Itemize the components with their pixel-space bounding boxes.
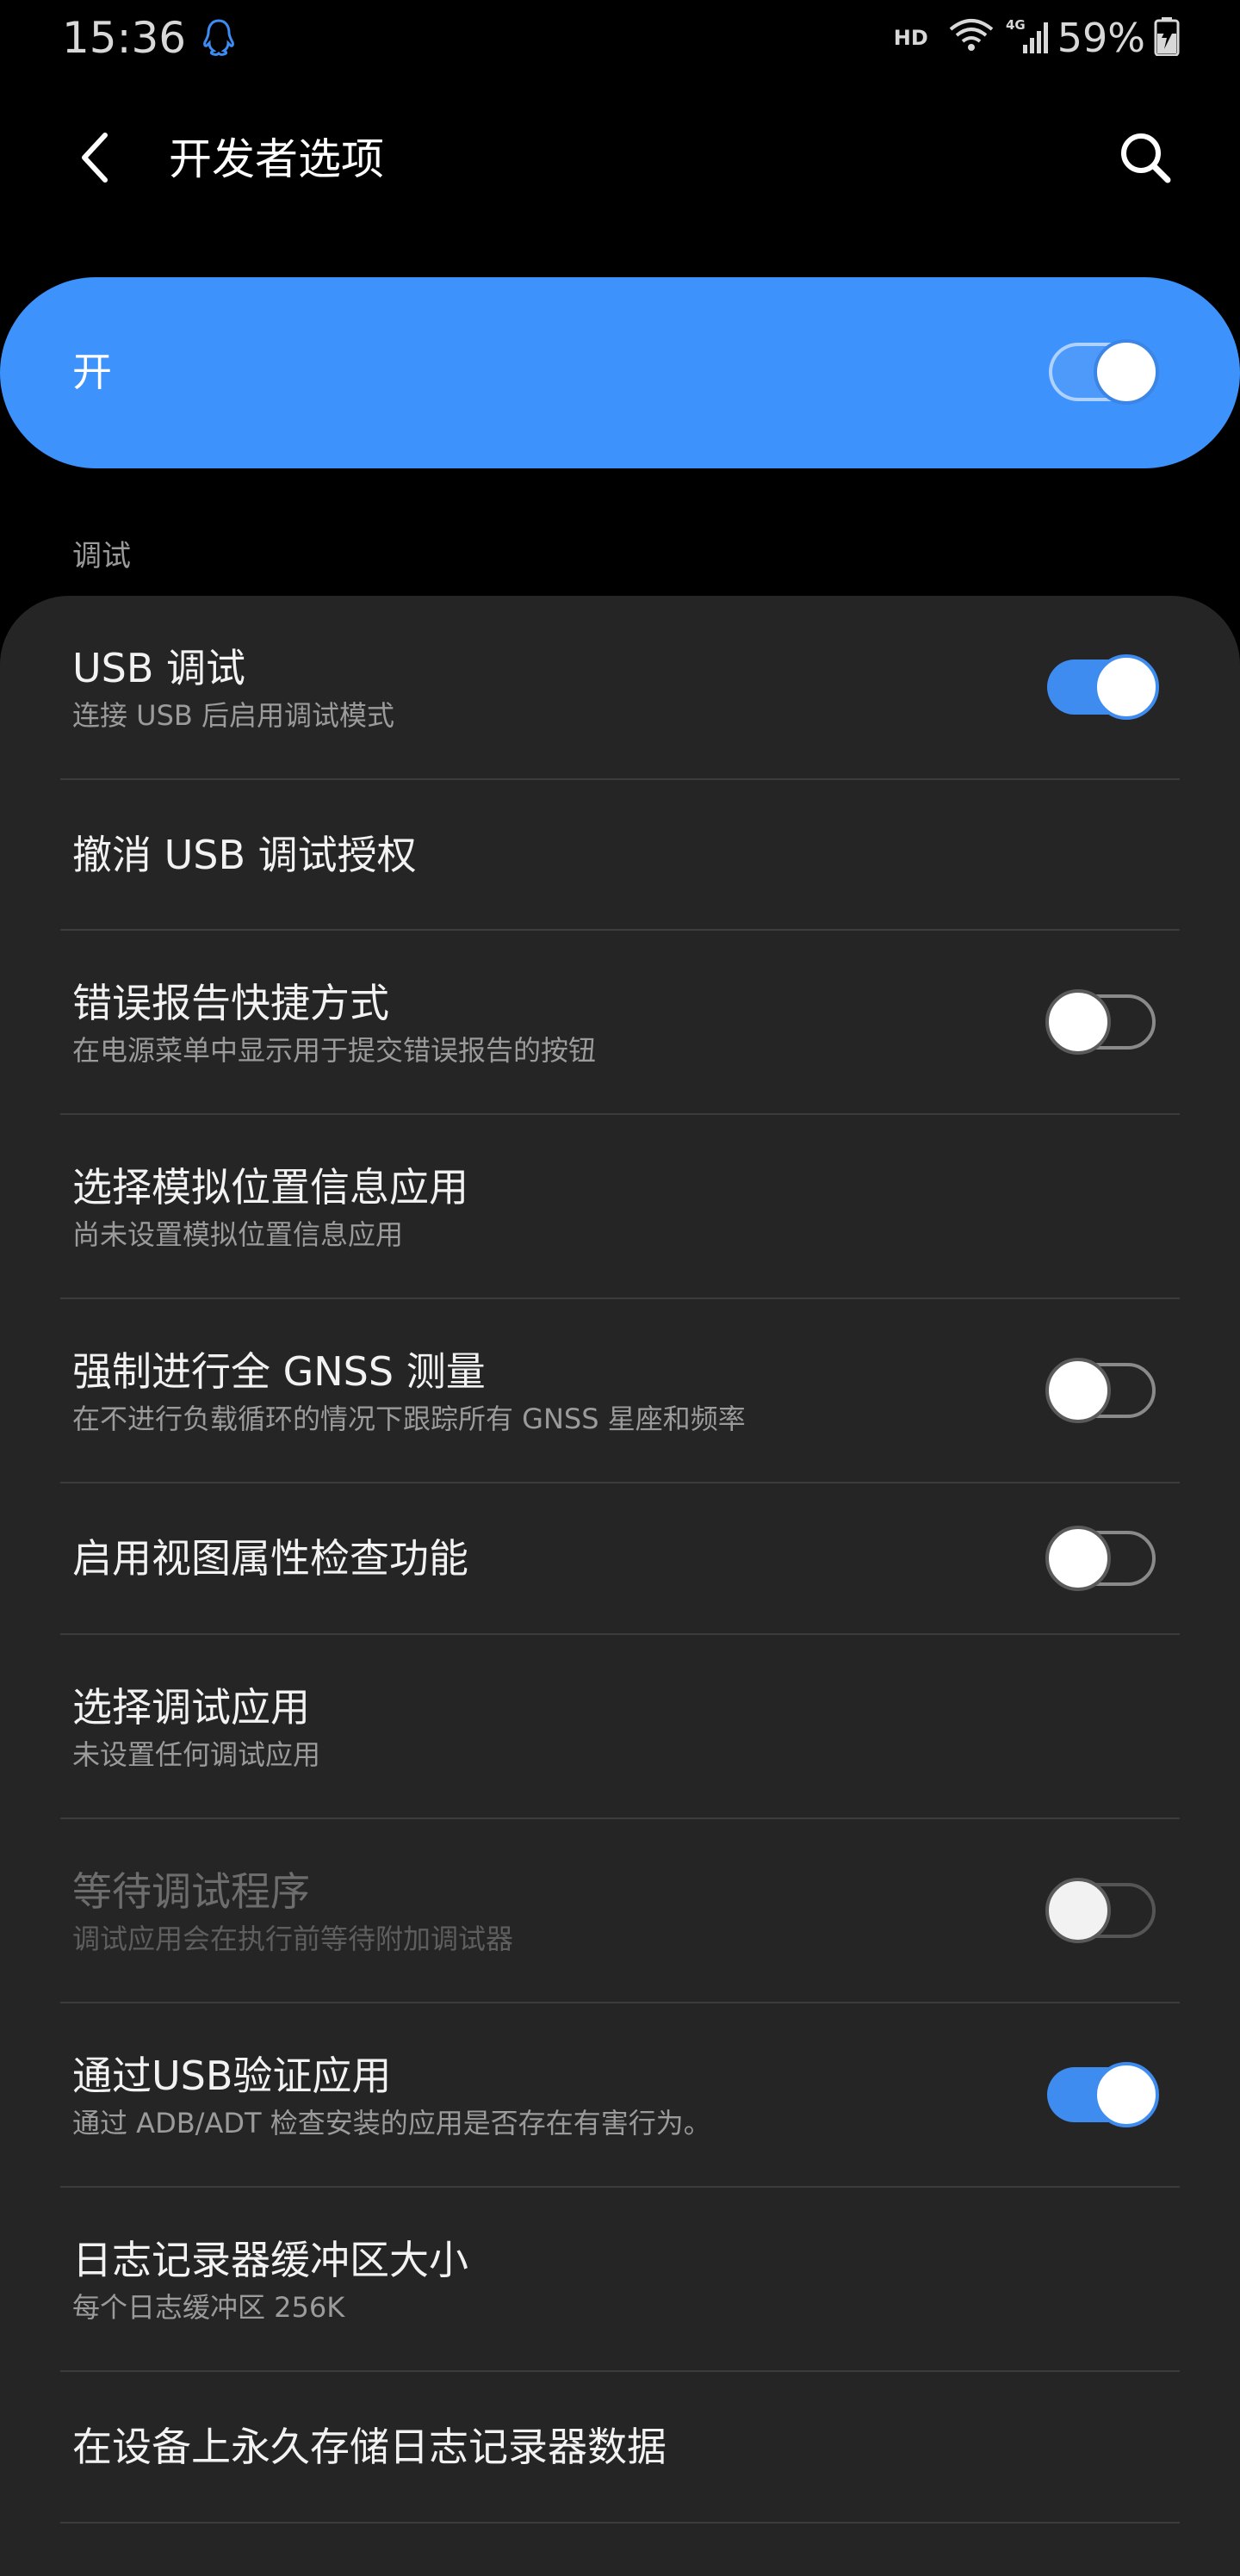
setting-title: USB 调试 xyxy=(72,645,246,691)
divider xyxy=(60,2522,1180,2523)
back-button[interactable] xyxy=(60,125,129,194)
section-header-debugging: 调试 xyxy=(72,539,131,573)
setting-row-force-gnss[interactable]: 强制进行全 GNSS 测量 在不进行负载循环的情况下跟踪所有 GNSS 星座和频… xyxy=(0,1299,1240,1483)
settings-card: USB 调试 连接 USB 后启用调试模式 撤消 USB 调试授权 错误报告快捷… xyxy=(0,596,1240,2576)
setting-row-revoke-usb-auth[interactable]: 撤消 USB 调试授权 xyxy=(0,780,1240,930)
toggle-knob xyxy=(1094,2062,1159,2127)
wifi-icon xyxy=(947,17,995,59)
master-toggle[interactable] xyxy=(1047,339,1159,405)
setting-row-select-debug-app[interactable]: 选择调试应用 未设置任何调试应用 xyxy=(0,1635,1240,1819)
setting-title: 启用视图属性检查功能 xyxy=(72,1535,468,1582)
toggle-knob xyxy=(1045,1526,1111,1591)
setting-title: 撤消 USB 调试授权 xyxy=(72,832,417,878)
status-icons: HD 4G 59% xyxy=(894,10,1180,65)
status-time: 15:36 xyxy=(62,13,187,63)
toggle-knob xyxy=(1045,1358,1111,1423)
status-bar: 15:36 HD 4G 59% xyxy=(0,0,1240,76)
bug-report-shortcut-toggle[interactable] xyxy=(1045,989,1159,1055)
force-gnss-toggle[interactable] xyxy=(1045,1358,1159,1423)
setting-subtitle: 未设置任何调试应用 xyxy=(72,1738,321,1771)
setting-row-verify-apps-over-usb[interactable]: 通过USB验证应用 通过 ADB/ADT 检查安装的应用是否存在有害行为。 xyxy=(0,2003,1240,2188)
search-icon xyxy=(1118,130,1173,189)
battery-percent: 59% xyxy=(1057,15,1145,61)
page-title: 开发者选项 xyxy=(169,134,384,184)
developer-options-master-switch[interactable]: 开 xyxy=(0,277,1240,468)
setting-row-mock-location-app[interactable]: 选择模拟位置信息应用 尚未设置模拟位置信息应用 xyxy=(0,1115,1240,1299)
setting-row-wait-for-debugger: 等待调试程序 调试应用会在执行前等待附加调试器 xyxy=(0,1819,1240,2003)
setting-title: 选择模拟位置信息应用 xyxy=(72,1164,468,1211)
wait-for-debugger-toggle xyxy=(1045,1878,1159,1943)
setting-title: 错误报告快捷方式 xyxy=(72,980,389,1026)
setting-subtitle: 在电源菜单中显示用于提交错误报告的按钮 xyxy=(72,1034,597,1067)
setting-subtitle: 连接 USB 后启用调试模式 xyxy=(72,699,395,732)
view-attribute-inspection-toggle[interactable] xyxy=(1045,1526,1159,1591)
setting-row-bug-report-shortcut[interactable]: 错误报告快捷方式 在电源菜单中显示用于提交错误报告的按钮 xyxy=(0,931,1240,1115)
setting-title: 等待调试程序 xyxy=(72,1868,310,1915)
setting-subtitle: 调试应用会在执行前等待附加调试器 xyxy=(72,1923,514,1955)
setting-subtitle: 在不进行负载循环的情况下跟踪所有 GNSS 星座和频率 xyxy=(72,1403,746,1435)
setting-row-view-attribute-inspection[interactable]: 启用视图属性检查功能 xyxy=(0,1483,1240,1633)
toggle-knob xyxy=(1094,654,1159,720)
setting-title: 通过USB验证应用 xyxy=(72,2053,392,2099)
setting-row-usb-debugging[interactable]: USB 调试 连接 USB 后启用调试模式 xyxy=(0,596,1240,780)
setting-title: 选择调试应用 xyxy=(72,1684,310,1731)
verify-apps-over-usb-toggle[interactable] xyxy=(1045,2062,1159,2127)
master-toggle-knob xyxy=(1094,339,1159,405)
setting-subtitle: 每个日志缓冲区 256K xyxy=(72,2291,345,2324)
setting-title: 在设备上永久存储日志记录器数据 xyxy=(72,2424,666,2470)
search-button[interactable] xyxy=(1111,125,1180,194)
hd-indicator: HD xyxy=(893,26,928,50)
chevron-left-icon xyxy=(78,132,112,187)
toggle-knob xyxy=(1045,989,1111,1055)
usb-debugging-toggle[interactable] xyxy=(1045,654,1159,720)
setting-subtitle: 通过 ADB/ADT 检查安装的应用是否存在有害行为。 xyxy=(72,2107,711,2139)
setting-title: 日志记录器缓冲区大小 xyxy=(72,2237,468,2283)
master-switch-label: 开 xyxy=(72,349,112,395)
setting-subtitle: 尚未设置模拟位置信息应用 xyxy=(72,1218,404,1251)
app-bar: 开发者选项 xyxy=(0,103,1240,215)
toggle-knob xyxy=(1045,1878,1111,1943)
setting-row-logger-buffer-size[interactable]: 日志记录器缓冲区大小 每个日志缓冲区 256K xyxy=(0,2188,1240,2372)
setting-row-persist-logger-data[interactable]: 在设备上永久存储日志记录器数据 xyxy=(0,2372,1240,2522)
cellular-signal-icon: 4G xyxy=(1004,15,1049,60)
qq-penguin-icon xyxy=(196,15,241,60)
network-type-label: 4G xyxy=(1006,17,1026,33)
setting-title: 强制进行全 GNSS 测量 xyxy=(72,1348,486,1395)
battery-charging-icon xyxy=(1154,16,1180,59)
